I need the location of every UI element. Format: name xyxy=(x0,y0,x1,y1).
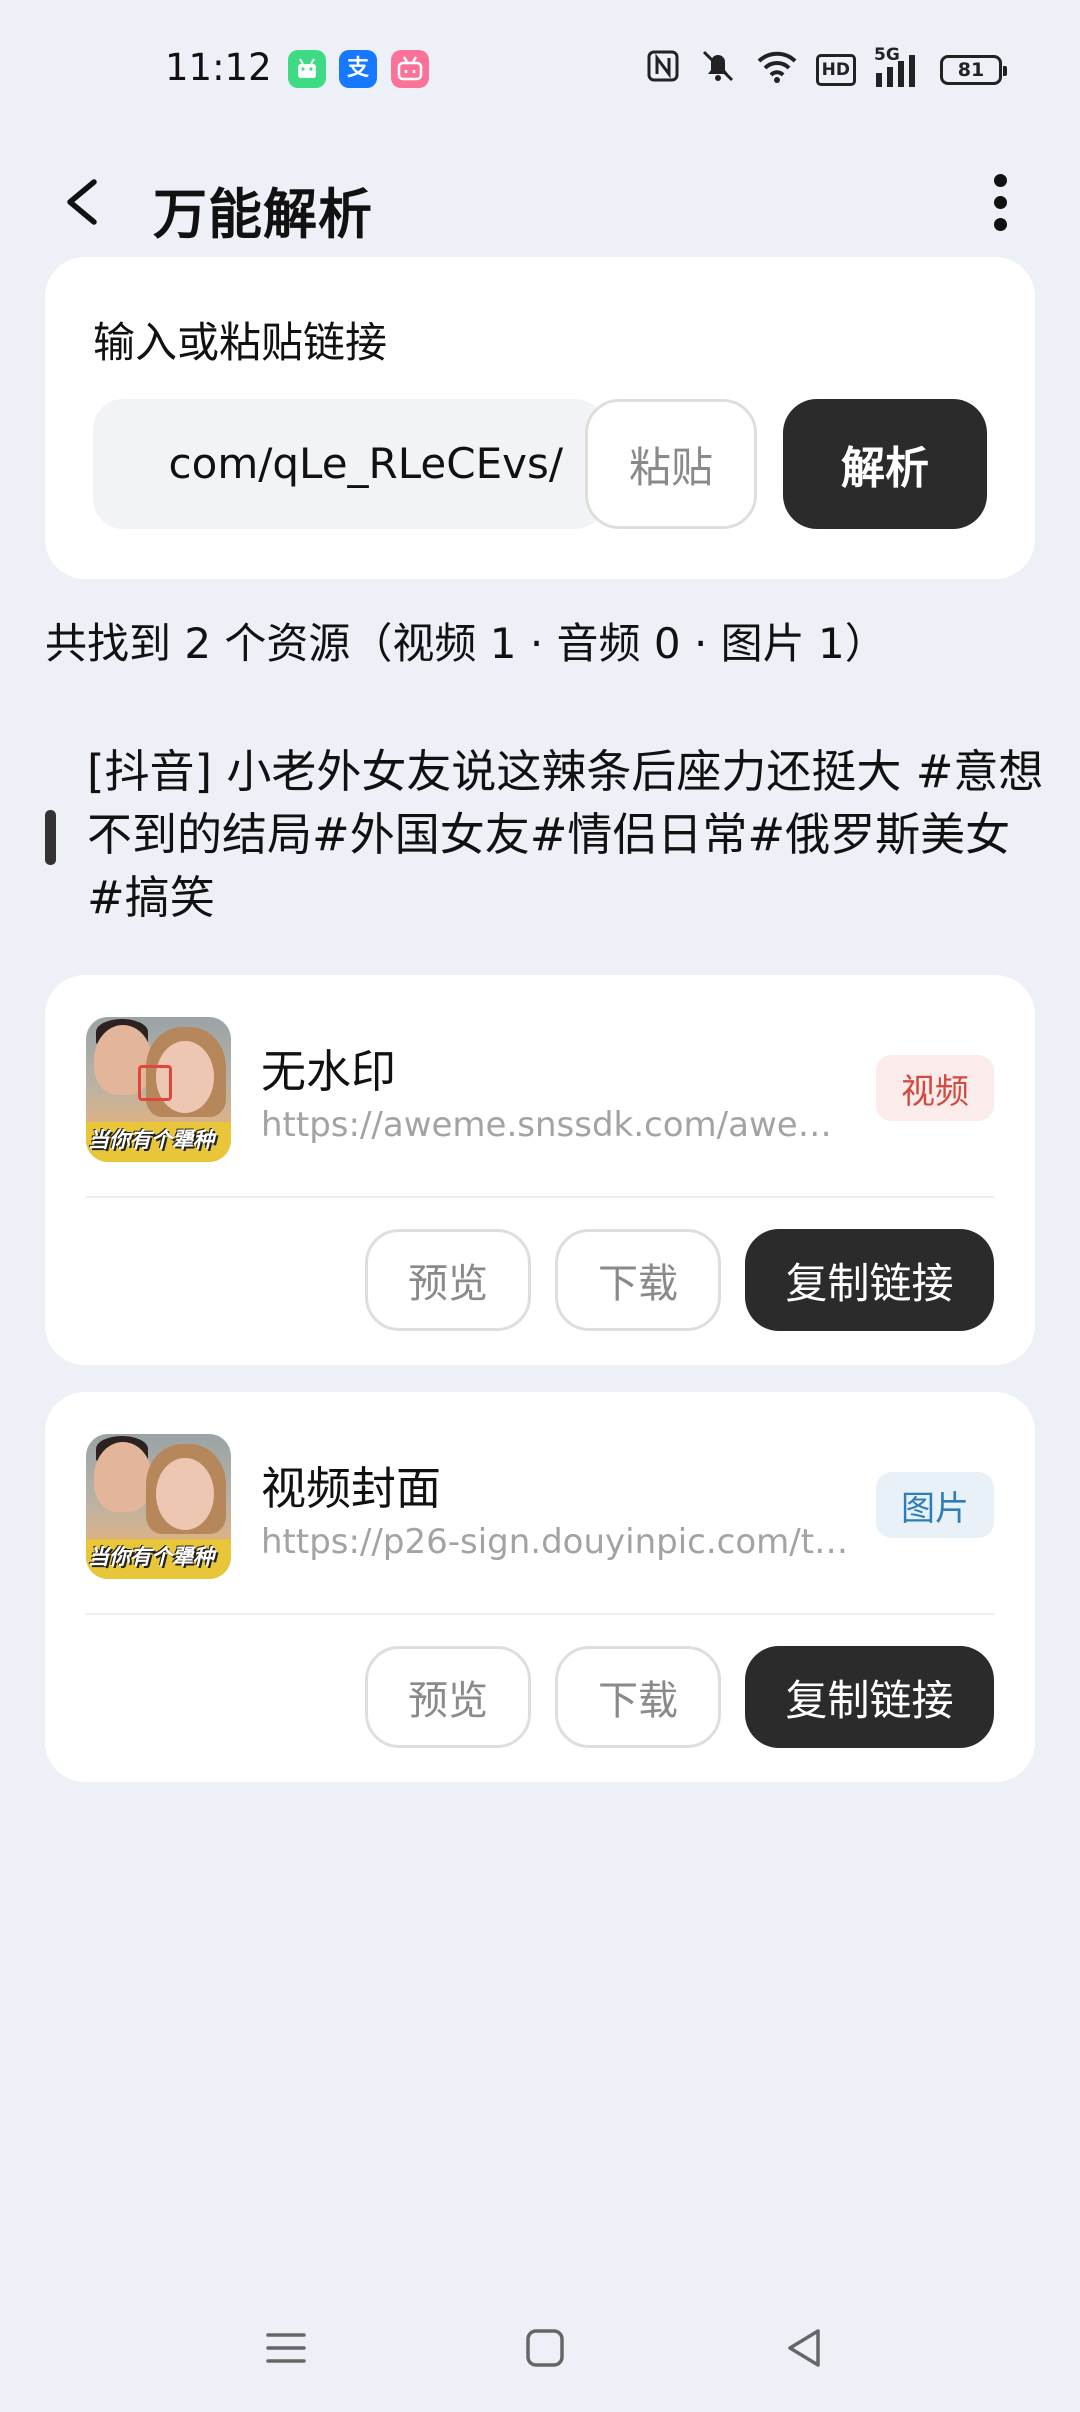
home-button[interactable] xyxy=(515,2318,575,2378)
wifi-icon xyxy=(756,49,798,91)
paste-button[interactable]: 粘贴 xyxy=(585,399,757,529)
menu-lines-icon xyxy=(266,2333,306,2363)
type-badge-image: 图片 xyxy=(876,1472,994,1538)
link-input-card: 输入或粘贴链接 com/qLe_RLeCEvs/ 粘贴 解析 xyxy=(45,257,1035,579)
divider xyxy=(86,1613,994,1615)
download-button[interactable]: 下载 xyxy=(555,1229,721,1331)
resource-thumbnail[interactable]: 当你有个犟种 xyxy=(86,1017,231,1162)
link-input-value: com/qLe_RLeCEvs/ xyxy=(168,439,563,488)
type-badge-video: 视频 xyxy=(876,1055,994,1121)
copy-link-button[interactable]: 复制链接 xyxy=(745,1646,994,1748)
resource-name: 无水印 xyxy=(261,1045,397,1098)
battery-indicator: 81 xyxy=(940,55,1007,85)
square-home-icon xyxy=(526,2329,564,2367)
parse-button[interactable]: 解析 xyxy=(783,399,987,529)
title-accent-bar xyxy=(45,810,56,865)
alipay-icon: 支 xyxy=(339,50,377,88)
back-nav-button[interactable] xyxy=(774,2318,834,2378)
nfc-icon xyxy=(646,49,680,91)
download-button[interactable]: 下载 xyxy=(555,1646,721,1748)
resource-card: 当你有个犟种 无水印 https://aweme.snssdk.com/awem… xyxy=(45,975,1035,1365)
android-app-icon xyxy=(288,50,326,88)
resource-name: 视频封面 xyxy=(261,1462,442,1515)
link-input[interactable]: com/qLe_RLeCEvs/ xyxy=(93,399,605,529)
page-title: 万能解析 xyxy=(153,183,373,246)
bilibili-icon xyxy=(391,50,429,88)
thumbnail-caption: 当你有个犟种 xyxy=(88,1128,214,1152)
status-icons: HD 5G 81 xyxy=(646,45,1007,92)
resource-thumbnail[interactable]: 当你有个犟种 xyxy=(86,1434,231,1579)
hd-badge: HD xyxy=(815,54,856,86)
signal-icon: 5G xyxy=(874,45,922,89)
preview-button[interactable]: 预览 xyxy=(365,1646,531,1748)
resource-url: https://p26-sign.douyinpic.com/tos-... xyxy=(261,1522,851,1562)
more-options-button[interactable] xyxy=(978,162,1022,242)
divider xyxy=(86,1196,994,1198)
post-title: [抖音] 小老外女友说这辣条后座力还挺大 #意想不到的结局#外国女友#情侣日常#… xyxy=(87,745,1044,924)
input-label: 输入或粘贴链接 xyxy=(93,318,388,367)
back-arrow-icon xyxy=(67,179,97,225)
mute-icon xyxy=(698,48,738,92)
preview-button[interactable]: 预览 xyxy=(365,1229,531,1331)
more-vert-icon xyxy=(993,173,1007,187)
back-button[interactable] xyxy=(50,162,120,242)
focus-box-icon xyxy=(138,1065,172,1101)
post-title-block: [抖音] 小老外女友说这辣条后座力还挺大 #意想不到的结局#外国女友#情侣日常#… xyxy=(45,740,1045,929)
resource-url: https://aweme.snssdk.com/aweme/... xyxy=(261,1105,851,1145)
thumbnail-caption: 当你有个犟种 xyxy=(88,1545,214,1569)
triangle-back-icon xyxy=(788,2329,820,2367)
system-nav-bar xyxy=(0,2300,1080,2412)
status-time: 11:12 xyxy=(165,46,272,89)
resource-card: 当你有个犟种 视频封面 https://p26-sign.douyinpic.c… xyxy=(45,1392,1035,1782)
results-summary: 共找到 2 个资源（视频 1 · 音频 0 · 图片 1） xyxy=(45,619,887,668)
copy-link-button[interactable]: 复制链接 xyxy=(745,1229,994,1331)
recents-button[interactable] xyxy=(256,2318,316,2378)
status-bar: 11:12 支 HD 5G 81 xyxy=(0,0,1080,140)
app-header: 万能解析 xyxy=(0,140,1080,270)
